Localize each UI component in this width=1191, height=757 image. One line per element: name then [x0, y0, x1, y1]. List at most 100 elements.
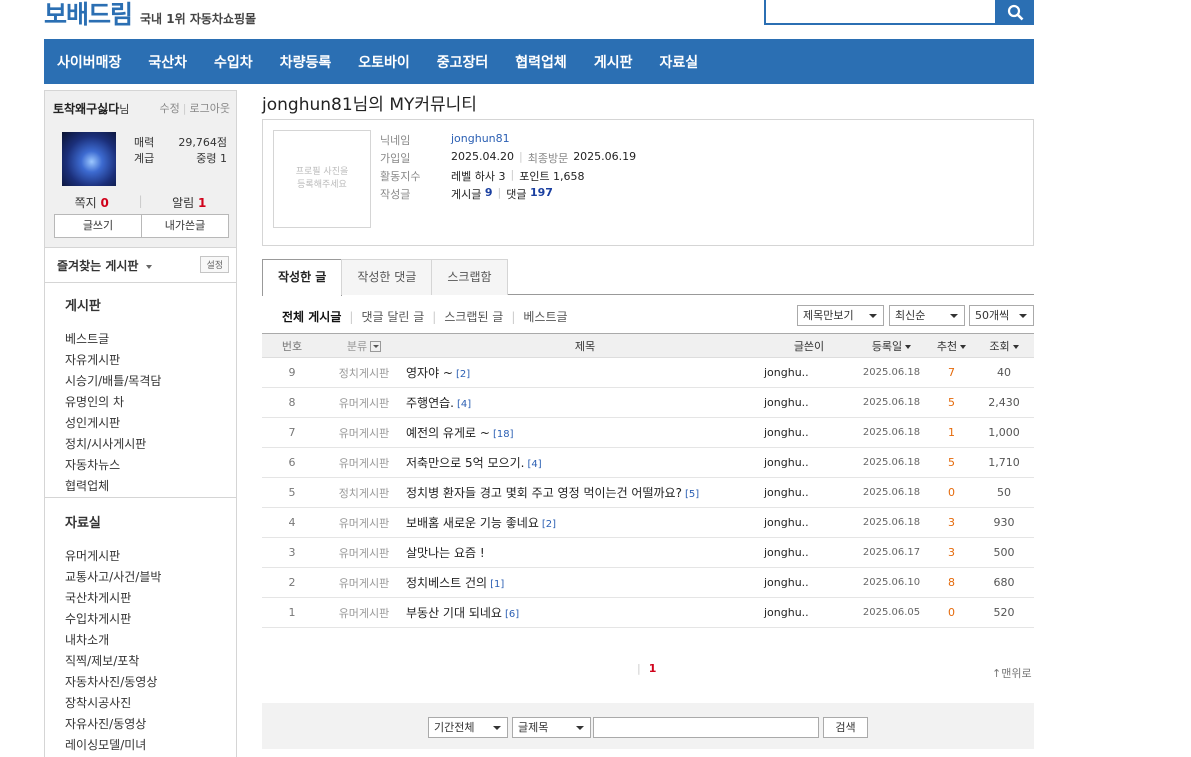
row-category[interactable]: 유머게시판	[322, 455, 406, 471]
nav-car-register[interactable]: 차량등록	[280, 52, 332, 72]
row-writer[interactable]: jonghu..	[764, 426, 854, 439]
menu-celeb-car[interactable]: 유명인의 차	[65, 392, 236, 413]
tab-scraps[interactable]: 스크랩함	[431, 259, 508, 295]
row-title-link[interactable]: 정치베스트 건의	[406, 576, 487, 590]
menu-imported[interactable]: 수입차게시판	[65, 609, 236, 630]
logout-link[interactable]: 로그아웃	[190, 102, 230, 115]
row-comment-count[interactable]: [5]	[685, 489, 699, 500]
menu-free-photo[interactable]: 자유사진/동영상	[65, 714, 236, 735]
row-title-link[interactable]: 부동산 기대 되네요	[406, 606, 502, 620]
row-title-link[interactable]: 살맛나는 요즘 !	[406, 546, 485, 560]
row-writer[interactable]: jonghu..	[764, 396, 854, 409]
filter-scrapped[interactable]: 스크랩된 글	[444, 308, 503, 325]
row-title-link[interactable]: 보배홈 새로운 기능 좋네요	[406, 516, 539, 530]
filter-best[interactable]: 베스트글	[523, 308, 567, 325]
tab-my-comments[interactable]: 작성한 댓글	[341, 259, 433, 295]
menu-free[interactable]: 자유게시판	[65, 350, 236, 371]
col-views[interactable]: 조회	[974, 338, 1034, 354]
nav-imported-car[interactable]: 수입차	[214, 52, 253, 72]
menu-partners[interactable]: 협력업체	[65, 476, 236, 497]
menu-racing-model[interactable]: 레이싱모델/미녀	[65, 735, 236, 756]
tab-my-posts[interactable]: 작성한 글	[262, 259, 343, 296]
my-posts-button[interactable]: 내가쓴글	[142, 215, 228, 237]
menu-testdrive[interactable]: 시승기/배틀/목격담	[65, 371, 236, 392]
row-category[interactable]: 유머게시판	[322, 515, 406, 531]
col-date[interactable]: 등록일	[854, 338, 929, 354]
row-writer[interactable]: jonghu..	[764, 486, 854, 499]
nav-cyber-store[interactable]: 사이버매장	[57, 52, 121, 72]
menu-domestic[interactable]: 국산차게시판	[65, 588, 236, 609]
row-comment-count[interactable]: [6]	[505, 609, 519, 620]
row-title-link[interactable]: 예전의 유게로 ~	[406, 426, 490, 440]
row-category[interactable]: 유머게시판	[322, 545, 406, 561]
row-writer[interactable]: jonghu..	[764, 456, 854, 469]
row-writer[interactable]: jonghu..	[764, 546, 854, 559]
row-category[interactable]: 유머게시판	[322, 575, 406, 591]
row-title-link[interactable]: 주행연습.	[406, 396, 454, 410]
search-button[interactable]	[997, 0, 1034, 25]
edit-link[interactable]: 수정	[160, 102, 180, 115]
nav-archive[interactable]: 자료실	[659, 52, 698, 72]
nav-board[interactable]: 게시판	[594, 52, 633, 72]
col-recommend[interactable]: 추천	[929, 338, 974, 354]
table-row: 8 유머게시판 주행연습. [4] jonghu.. 2025.06.18 5 2,430	[262, 388, 1034, 418]
alarm-link[interactable]: 알림 1	[143, 194, 236, 211]
profile-photo-placeholder[interactable]: 프로필 사진을 등록해주세요	[273, 130, 371, 228]
row-title-link[interactable]: 정치병 환자들 경고 몇회 주고 영정 먹이는건 어떨까요?	[406, 486, 682, 500]
write-button[interactable]: 글쓰기	[55, 215, 142, 237]
menu-humor[interactable]: 유머게시판	[65, 546, 236, 567]
nav-used-market[interactable]: 중고장터	[437, 52, 489, 72]
row-writer[interactable]: jonghu..	[764, 606, 854, 619]
row-writer[interactable]: jonghu..	[764, 366, 854, 379]
menu-install-photo[interactable]: 장착시공사진	[65, 693, 236, 714]
row-category[interactable]: 정치게시판	[322, 365, 406, 381]
period-select[interactable]: 기간전체	[428, 717, 508, 738]
row-comment-count[interactable]: [18]	[493, 429, 514, 440]
col-category[interactable]: 분류	[322, 338, 406, 354]
row-comment-count[interactable]: [1]	[490, 579, 504, 590]
field-select[interactable]: 글제목	[512, 717, 591, 738]
row-title-link[interactable]: 저축만으로 5억 모으기.	[406, 456, 524, 470]
page-size-select[interactable]: 50개씩	[969, 305, 1034, 326]
sort-select[interactable]: 최신순	[889, 305, 965, 326]
nickname[interactable]: jonghun81	[451, 132, 510, 148]
row-writer[interactable]: jonghu..	[764, 516, 854, 529]
row-category[interactable]: 유머게시판	[322, 605, 406, 621]
archive-menu: 자료실 유머게시판 교통사고/사건/블박 국산차게시판 수입차게시판 내차소개 …	[45, 498, 236, 756]
menu-car-photo[interactable]: 자동차사진/동영상	[65, 672, 236, 693]
nav-motorcycle[interactable]: 오토바이	[358, 52, 410, 72]
row-comment-count[interactable]: [2]	[542, 519, 556, 530]
nav-partners[interactable]: 협력업체	[515, 52, 567, 72]
fav-setting-button[interactable]: 설정	[200, 256, 229, 273]
note-link[interactable]: 쪽지 0	[45, 194, 138, 211]
menu-best[interactable]: 베스트글	[65, 329, 236, 350]
category-dropdown-icon[interactable]	[370, 341, 382, 352]
row-comment-count[interactable]: [2]	[456, 369, 470, 380]
row-category[interactable]: 정치게시판	[322, 485, 406, 501]
site-logo[interactable]: 보배드림 국내 1위 자동차쇼핑몰	[44, 0, 256, 30]
posts-label: 작성글	[380, 188, 411, 201]
menu-car-news[interactable]: 자동차뉴스	[65, 455, 236, 476]
view-mode-select[interactable]: 제목만보기	[797, 305, 884, 326]
filter-all[interactable]: 전체 게시글	[282, 308, 341, 325]
row-comment-count[interactable]: [4]	[527, 459, 541, 470]
menu-politics[interactable]: 정치/시사게시판	[65, 434, 236, 455]
menu-adult[interactable]: 성인게시판	[65, 413, 236, 434]
row-category[interactable]: 유머게시판	[322, 425, 406, 441]
menu-my-car[interactable]: 내차소개	[65, 630, 236, 651]
main-nav: 사이버매장 국산차 수입차 차량등록 오토바이 중고장터 협력업체 게시판 자료…	[44, 39, 1034, 84]
favorite-boards[interactable]: 즐겨찾는 게시판 설정	[45, 248, 236, 283]
row-writer[interactable]: jonghu..	[764, 576, 854, 589]
row-title-link[interactable]: 영자야 ~	[406, 366, 453, 380]
row-comment-count[interactable]: [4]	[457, 399, 471, 410]
menu-accident[interactable]: 교통사고/사건/블박	[65, 567, 236, 588]
to-top-link[interactable]: ↑맨위로	[992, 665, 1032, 681]
search-input[interactable]	[764, 0, 997, 25]
filter-commented[interactable]: 댓글 달린 글	[361, 308, 424, 325]
menu-report[interactable]: 직찍/제보/포착	[65, 651, 236, 672]
page-current[interactable]: 1	[649, 662, 657, 675]
row-category[interactable]: 유머게시판	[322, 395, 406, 411]
bottom-search-input[interactable]	[593, 717, 819, 738]
bottom-search-button[interactable]: 검색	[823, 717, 868, 738]
nav-domestic-car[interactable]: 국산차	[148, 52, 187, 72]
